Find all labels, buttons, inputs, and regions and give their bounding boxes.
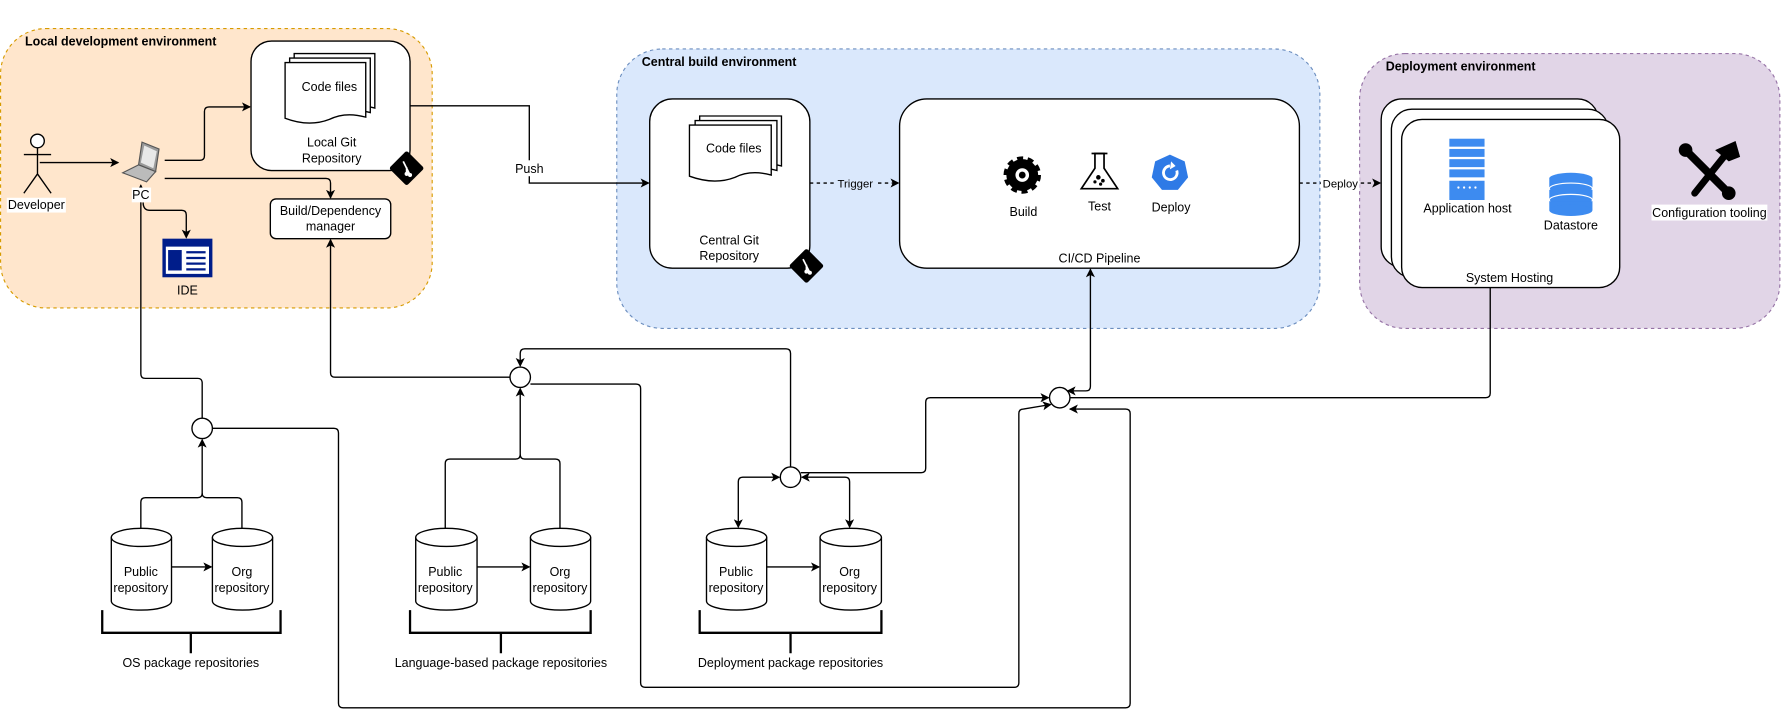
edge-lang-public-junction <box>444 387 525 529</box>
local-git-repository[interactable]: Code files Local Git Repository <box>250 40 424 186</box>
bracket <box>408 610 592 654</box>
os-org-repository[interactable]: Org repository <box>211 527 274 611</box>
edge-os-public-junction <box>140 438 207 529</box>
repo-label: Public <box>428 565 462 579</box>
central-git-label-2: Repository <box>699 249 759 263</box>
language-public-repository[interactable]: Public repository <box>415 527 478 611</box>
central-code-files-label: Code files <box>706 141 762 155</box>
ide-label: IDE <box>177 283 198 297</box>
repo-label: repository <box>709 581 765 595</box>
system-hosting-label: System Hosting <box>1466 271 1553 285</box>
repo-label: repository <box>113 581 169 595</box>
language-repo-group: Public repository Org repository Languag… <box>395 527 607 670</box>
junction-deployment <box>779 466 802 489</box>
junction-pipeline <box>1048 386 1071 409</box>
repo-label: repository <box>418 581 474 595</box>
edge-deploy-org-junction <box>800 472 855 529</box>
central-git-label-1: Central Git <box>699 233 759 247</box>
build-dependency-manager[interactable]: Build/Dependency manager <box>269 198 392 240</box>
deployment-repo-group: Public repository Org repository Deploym… <box>698 527 883 670</box>
ide-icon <box>162 238 213 278</box>
repo-label: Org <box>232 565 253 579</box>
edge-deploy-public-junction <box>733 472 781 529</box>
repo-label: Org <box>839 565 860 579</box>
language-group-label: Language-based package repositories <box>395 656 607 670</box>
repo-label: Public <box>124 565 158 579</box>
os-repo-group: Public repository Org repository OS pack… <box>101 527 282 670</box>
bracket <box>698 610 883 654</box>
deployment-group-label: Deployment package repositories <box>698 656 883 670</box>
app-host-label: Application host <box>1423 202 1512 216</box>
datastore-label: Datastore <box>1544 219 1598 233</box>
central-environment-title: Central build environment <box>642 55 797 69</box>
local-git-label-2: Repository <box>302 152 362 166</box>
trigger-label: Trigger <box>838 179 874 191</box>
repo-label: Public <box>719 565 753 579</box>
stage-test-label: Test <box>1088 199 1111 213</box>
local-code-files-label: Code files <box>302 80 358 94</box>
config-tooling-label: Configuration tooling <box>1652 206 1767 220</box>
repo-label: repository <box>215 581 271 595</box>
stage-build-label: Build <box>1010 205 1038 219</box>
edge-deploy-to-pipeline-junction <box>800 393 1050 474</box>
deployment-environment-title: Deployment environment <box>1386 60 1536 74</box>
junction-language <box>509 366 532 389</box>
build-manager-label-1: Build/Dependency <box>280 204 382 218</box>
repo-label: Org <box>550 565 571 579</box>
edge-os-org-junction <box>201 493 243 529</box>
deployment-public-repository[interactable]: Public repository <box>705 527 768 611</box>
edge-lang-org-junction <box>519 454 561 529</box>
bracket <box>101 610 282 654</box>
local-git-label-1: Local Git <box>307 136 357 150</box>
developer-label: Developer <box>8 198 65 212</box>
gear-icon <box>1003 156 1041 194</box>
edge-os-to-pipeline-junction <box>212 404 1131 709</box>
os-public-repository[interactable]: Public repository <box>110 527 173 611</box>
deployment-org-repository[interactable]: Org repository <box>819 527 883 611</box>
system-hosting[interactable]: Application host Datastore System Hostin… <box>1380 98 1621 289</box>
build-manager-label-2: manager <box>306 220 355 234</box>
architecture-diagram: Local development environment Central bu… <box>0 27 1781 709</box>
cicd-pipeline[interactable]: Build Test Deploy CI/CD Pipeline <box>898 98 1301 269</box>
database-icon <box>1548 172 1594 216</box>
language-org-repository[interactable]: Org repository <box>529 527 592 611</box>
push-label: Push <box>515 162 544 176</box>
junction-os <box>191 417 214 440</box>
repo-label: repository <box>822 581 878 595</box>
stage-deploy-label: Deploy <box>1152 200 1192 214</box>
os-group-label: OS package repositories <box>122 656 259 670</box>
pc-label: PC <box>132 188 149 202</box>
repo-label: repository <box>533 581 589 595</box>
deploy-edge-label: Deploy <box>1323 179 1359 191</box>
pipeline-label: CI/CD Pipeline <box>1059 252 1141 266</box>
edge-deploy-to-lang-junction <box>515 348 792 467</box>
central-git-repository[interactable]: Code files Central Git Repository <box>649 98 824 284</box>
local-environment-title: Local development environment <box>25 35 216 49</box>
